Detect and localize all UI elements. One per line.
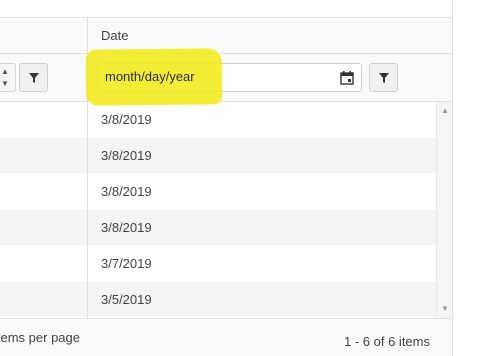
date-filter-placeholder-text: month/day/year	[105, 69, 195, 84]
data-grid: Date ▲ ▼ 3/8/2019 3/8/2019 3/8/2019 3/8/…	[0, 0, 453, 356]
left-cell	[0, 282, 87, 318]
table-row[interactable]: 3/8/2019	[0, 210, 436, 246]
left-cell	[0, 246, 87, 282]
left-cell	[0, 138, 87, 174]
grid-body: 3/8/2019 3/8/2019 3/8/2019 3/8/2019 3/7/…	[0, 102, 436, 318]
date-column-title: Date	[101, 28, 129, 43]
date-cell: 3/8/2019	[87, 174, 436, 210]
scroll-down-icon[interactable]: ▼	[441, 304, 449, 313]
filter-cell-left: ▲ ▼	[0, 54, 87, 101]
left-cell	[0, 102, 87, 138]
calendar-button[interactable]	[333, 64, 361, 91]
spin-down-icon[interactable]: ▼	[1, 79, 9, 88]
calendar-icon	[340, 71, 354, 85]
filter-icon	[29, 73, 39, 83]
page-size-label: items per page	[0, 330, 80, 345]
date-cell: 3/8/2019	[87, 210, 436, 246]
scroll-up-icon[interactable]: ▲	[441, 106, 449, 115]
pager-info: 1 - 6 of 6 items	[344, 334, 430, 349]
numeric-stepper[interactable]: ▲ ▼	[0, 63, 16, 92]
left-cell	[0, 210, 87, 246]
table-row[interactable]: 3/8/2019	[0, 138, 436, 174]
table-row[interactable]: 3/5/2019	[0, 282, 436, 318]
grid-header-row: Date	[0, 17, 452, 54]
spin-up-icon[interactable]: ▲	[1, 67, 9, 76]
date-filter-button[interactable]	[369, 63, 398, 92]
date-cell: 3/8/2019	[87, 102, 436, 138]
filter-icon	[379, 73, 389, 83]
header-cell-left[interactable]	[0, 18, 87, 54]
table-row[interactable]: 3/8/2019	[0, 174, 436, 210]
date-cell: 3/5/2019	[87, 282, 436, 318]
left-filter-button[interactable]	[19, 63, 48, 92]
date-cell: 3/8/2019	[87, 138, 436, 174]
date-cell: 3/7/2019	[87, 246, 436, 282]
table-row[interactable]: 3/7/2019	[0, 246, 436, 282]
pager: items per page 1 - 6 of 6 items	[0, 318, 452, 356]
table-row[interactable]: 3/8/2019	[0, 102, 436, 138]
left-cell	[0, 174, 87, 210]
vertical-scrollbar[interactable]: ▲ ▼	[436, 102, 452, 318]
filter-row: ▲ ▼	[0, 54, 452, 102]
